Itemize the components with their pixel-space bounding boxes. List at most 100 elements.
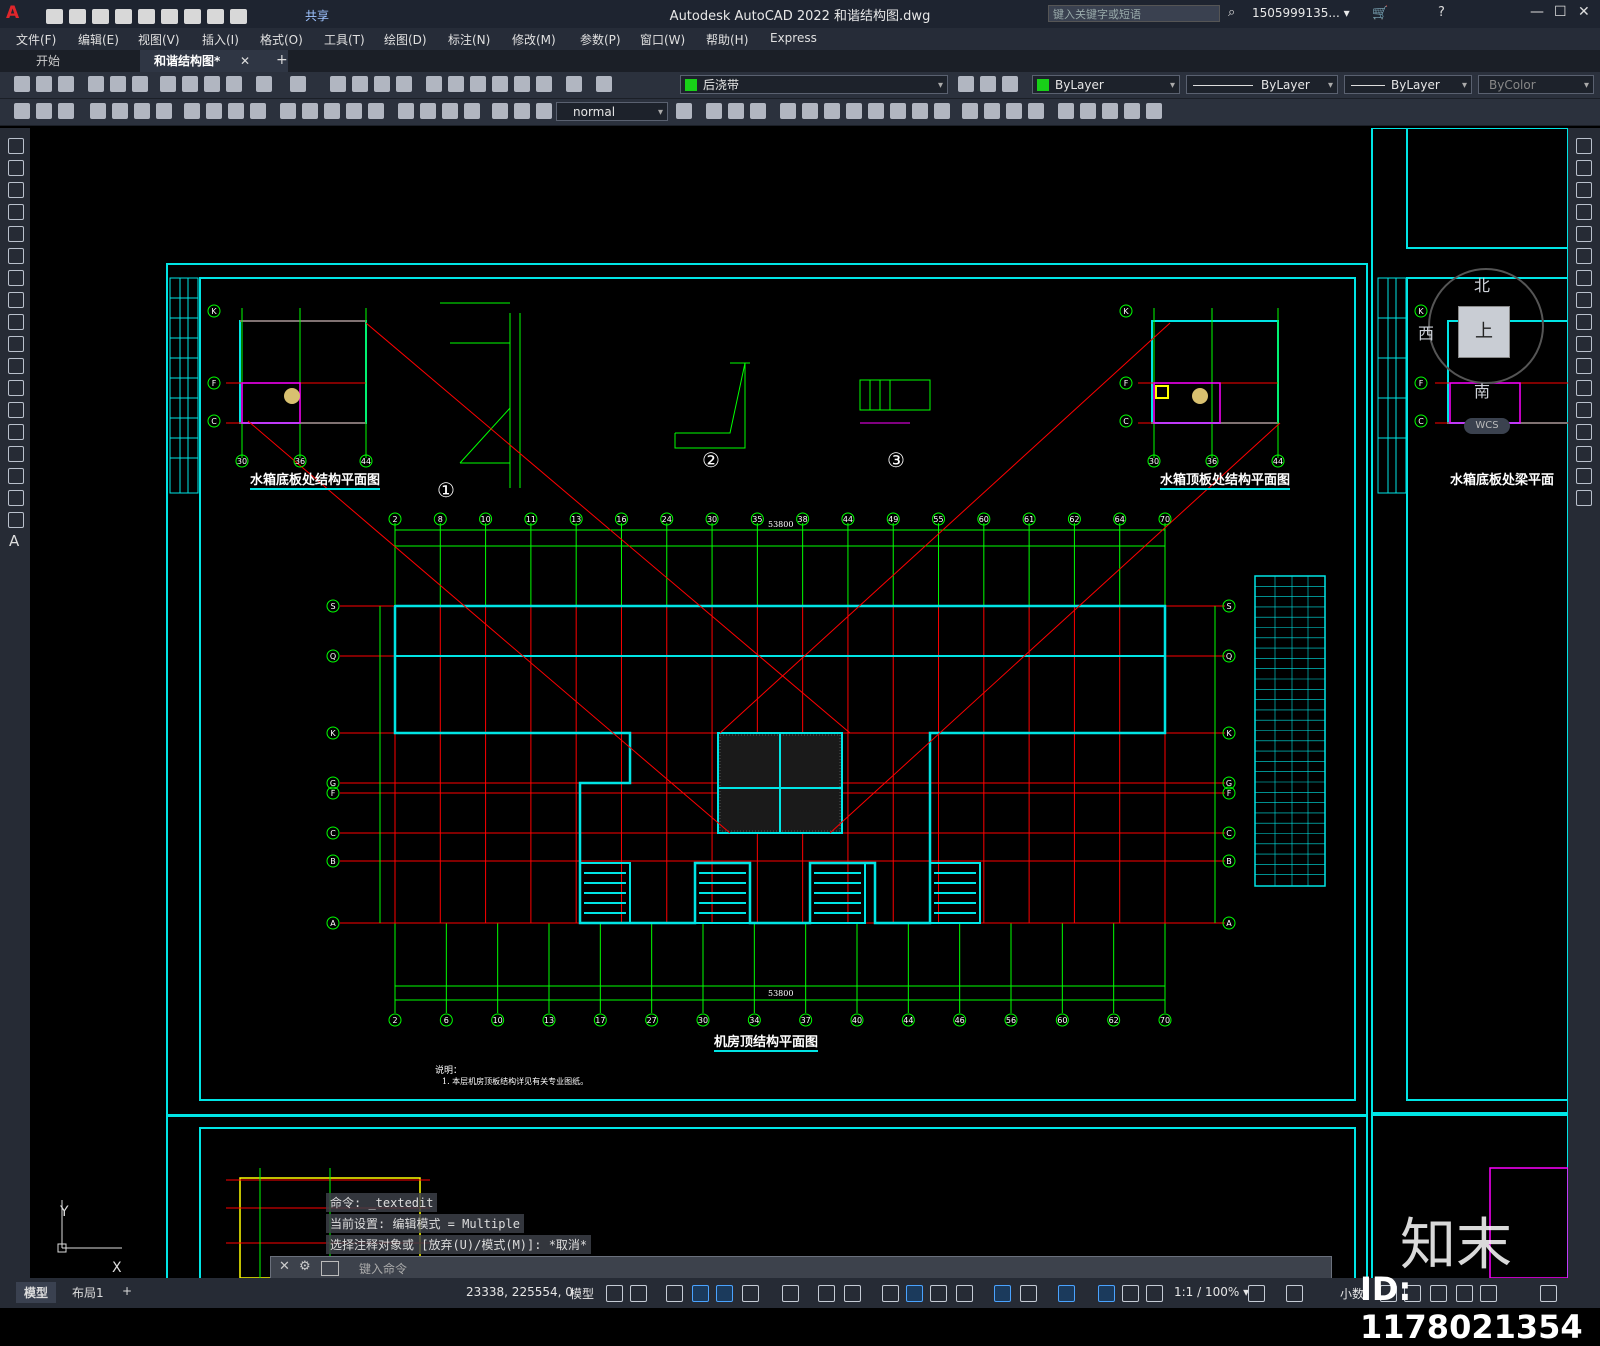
move-icon[interactable] — [1576, 248, 1592, 264]
new-tab-button[interactable]: + — [276, 52, 288, 68]
infer-icon[interactable] — [666, 1285, 683, 1302]
dim-linear-icon[interactable] — [90, 103, 106, 119]
cut-icon[interactable] — [160, 76, 176, 92]
make-current-layer-icon[interactable] — [958, 76, 974, 92]
matchprop-icon[interactable] — [226, 76, 242, 92]
lineweight-dropdown[interactable]: ByLayer ▾ — [1344, 75, 1472, 94]
tool-palettes-icon[interactable] — [470, 76, 486, 92]
help-icon[interactable]: ? — [1438, 5, 1445, 20]
line-icon[interactable] — [8, 138, 24, 154]
dimstyle-dropdown[interactable]: normal ▾ — [556, 102, 668, 121]
view-icon[interactable] — [868, 103, 884, 119]
ellipse-icon[interactable] — [8, 336, 24, 352]
grid-icon[interactable] — [606, 1285, 623, 1302]
zoom-previous-icon[interactable] — [396, 76, 412, 92]
tab-model[interactable]: 模型 — [16, 1282, 57, 1303]
close-button[interactable]: ✕ — [1578, 4, 1590, 20]
scale-icon[interactable] — [1576, 292, 1592, 308]
help-icon[interactable] — [566, 76, 582, 92]
paste-icon[interactable] — [204, 76, 220, 92]
polyline-icon[interactable] — [8, 182, 24, 198]
dim-radius-icon[interactable] — [184, 103, 200, 119]
quick-dim-icon[interactable] — [280, 103, 296, 119]
dim-continue-icon[interactable] — [324, 103, 340, 119]
layer-properties-icon[interactable] — [596, 76, 612, 92]
dim-baseline-icon[interactable] — [302, 103, 318, 119]
viewcube-west[interactable]: 西 — [1418, 320, 1434, 344]
maximize-button[interactable]: ☐ — [1554, 4, 1567, 20]
layer-state-icon[interactable] — [1002, 76, 1018, 92]
menu-draw[interactable]: 绘图(D) — [384, 31, 427, 48]
ortho-icon[interactable] — [716, 1285, 733, 1302]
dim-break-icon[interactable] — [368, 103, 384, 119]
view-icon[interactable] — [750, 103, 766, 119]
rotate-icon[interactable] — [1576, 270, 1592, 286]
dim-space-icon[interactable] — [346, 103, 362, 119]
sheet-set-icon[interactable] — [492, 76, 508, 92]
transparency-icon[interactable] — [906, 1285, 923, 1302]
menu-insert[interactable]: 插入(I) — [202, 31, 239, 48]
polar-icon[interactable] — [742, 1285, 759, 1302]
point-icon[interactable] — [8, 424, 24, 440]
annotation-scale-icon[interactable] — [1146, 1285, 1163, 1302]
hatch-icon[interactable] — [8, 446, 24, 462]
save-icon[interactable] — [58, 76, 74, 92]
qnew-icon[interactable] — [14, 76, 30, 92]
menu-express[interactable]: Express — [770, 31, 817, 45]
view-icon[interactable] — [802, 103, 818, 119]
menu-view[interactable]: 视图(V) — [138, 31, 180, 48]
auto-scale-icon[interactable] — [1122, 1285, 1139, 1302]
menu-parametric[interactable]: 参数(P) — [580, 31, 621, 48]
view-icon[interactable] — [890, 103, 906, 119]
menu-format[interactable]: 格式(O) — [260, 31, 303, 48]
solid-icon[interactable] — [984, 103, 1000, 119]
customize-icon[interactable]: ⚙ — [299, 1259, 311, 1274]
snap-icon[interactable] — [630, 1285, 647, 1302]
3d-osnap-icon[interactable] — [956, 1285, 973, 1302]
solid-icon[interactable] — [962, 103, 978, 119]
pan-icon[interactable] — [330, 76, 346, 92]
multiline-text-icon[interactable]: A — [9, 532, 19, 550]
tab-layout1[interactable]: 布局1 — [64, 1282, 112, 1303]
calculator-icon[interactable] — [536, 76, 552, 92]
menu-modify[interactable]: 修改(M) — [512, 31, 556, 48]
dim-diameter-icon[interactable] — [228, 103, 244, 119]
join-icon[interactable] — [1576, 402, 1592, 418]
layer-previous-icon[interactable] — [980, 76, 996, 92]
dim-jogged-icon[interactable] — [206, 103, 222, 119]
array-icon[interactable] — [1576, 226, 1592, 242]
view-icon[interactable] — [934, 103, 950, 119]
minimize-button[interactable]: — — [1530, 4, 1544, 20]
jogged-linear-icon[interactable] — [464, 103, 480, 119]
menu-edit[interactable]: 编辑(E) — [78, 31, 119, 48]
break-icon[interactable] — [1576, 380, 1592, 396]
plot-icon[interactable] — [88, 76, 104, 92]
solid-icon[interactable] — [1006, 103, 1022, 119]
design-center-icon[interactable] — [448, 76, 464, 92]
viewcube-face-top[interactable]: 上 — [1458, 306, 1510, 358]
redo-icon[interactable] — [290, 76, 306, 92]
center-mark-icon[interactable] — [420, 103, 436, 119]
view-icon[interactable] — [780, 103, 796, 119]
open-icon[interactable] — [36, 76, 52, 92]
mesh-icon[interactable] — [1080, 103, 1096, 119]
spline-icon[interactable] — [8, 314, 24, 330]
annotation-visibility-icon[interactable] — [1098, 1285, 1115, 1302]
inspection-icon[interactable] — [442, 103, 458, 119]
user-account[interactable]: 1505999135... ▾ — [1252, 6, 1350, 20]
dim-aligned-icon[interactable] — [112, 103, 128, 119]
recent-commands-icon[interactable] — [321, 1261, 339, 1276]
copy-icon[interactable] — [182, 76, 198, 92]
dim-update-icon[interactable] — [536, 103, 552, 119]
view-icon[interactable] — [728, 103, 744, 119]
linetype-dropdown[interactable]: ByLayer ▾ — [1186, 75, 1338, 94]
circle-icon[interactable] — [8, 270, 24, 286]
dim-edit-icon[interactable] — [492, 103, 508, 119]
menu-help[interactable]: 帮助(H) — [706, 31, 748, 48]
menu-window[interactable]: 窗口(W) — [640, 31, 685, 48]
view-icon[interactable] — [846, 103, 862, 119]
model-space-button[interactable]: 模型 — [570, 1285, 594, 1302]
dim-ordinate-icon[interactable] — [156, 103, 172, 119]
markup-icon[interactable] — [514, 76, 530, 92]
wcs-menu[interactable]: WCS — [1464, 418, 1510, 434]
